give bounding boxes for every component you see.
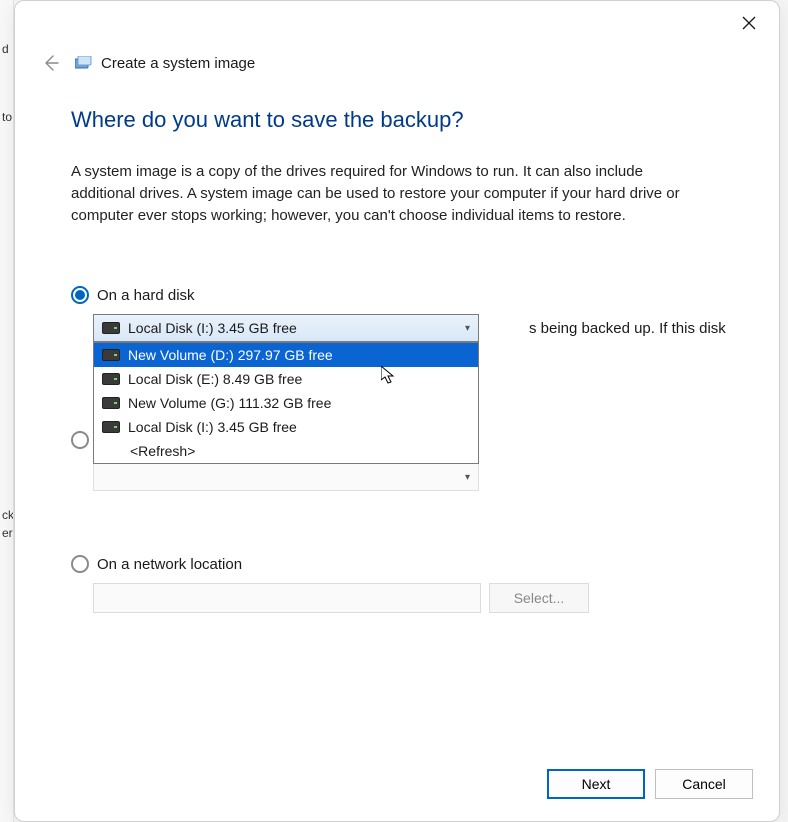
radio-hard-disk[interactable] [71, 286, 89, 304]
disk-dropdown-selected: Local Disk (I:) 3.45 GB free [128, 320, 297, 336]
disk-option-d[interactable]: New Volume (D:) 297.97 GB free [94, 343, 478, 367]
disk-option-g[interactable]: New Volume (G:) 111.32 GB free [94, 391, 478, 415]
arrow-left-icon [42, 54, 60, 72]
system-image-icon [75, 56, 93, 70]
disk-dropdown[interactable]: Local Disk (I:) 3.45 GB free ▾ [93, 314, 479, 342]
wizard-title: Create a system image [75, 55, 255, 72]
option-network-label: On a network location [97, 556, 242, 573]
drive-icon [102, 322, 120, 334]
select-network-button[interactable]: Select... [489, 583, 589, 613]
close-button[interactable] [727, 5, 771, 41]
drive-icon [102, 373, 120, 385]
footer-buttons: Next Cancel [15, 753, 779, 821]
network-section: On a network location Select... [71, 555, 711, 613]
option-hard-disk-label: On a hard disk [97, 287, 195, 304]
background-text-fragment: s being backed up. If this disk [529, 320, 726, 337]
page-description: A system image is a copy of the drives r… [71, 161, 711, 226]
disk-option-i[interactable]: Local Disk (I:) 3.45 GB free [94, 415, 478, 439]
chevron-down-icon: ▾ [465, 323, 470, 334]
option-hidden-row [71, 431, 89, 449]
background-panel-fragment: d to ck er [0, 0, 14, 822]
content-area: Where do you want to save the backup? A … [15, 75, 779, 753]
drive-icon [102, 397, 120, 409]
option-hard-disk[interactable]: On a hard disk [71, 286, 723, 304]
header-row: Create a system image [15, 45, 779, 75]
wizard-title-text: Create a system image [101, 55, 255, 72]
disk-option-refresh[interactable]: <Refresh> [94, 439, 478, 463]
network-path-input[interactable] [93, 583, 481, 613]
radio-dvd[interactable] [71, 431, 89, 449]
disk-dropdown-list: New Volume (D:) 297.97 GB free Local Dis… [93, 342, 479, 464]
drive-icon [102, 421, 120, 433]
destination-options: On a hard disk Local Disk (I:) 3.45 GB f… [71, 286, 723, 342]
dialog-window: Create a system image Where do you want … [14, 0, 780, 822]
disk-combo-wrapper: Local Disk (I:) 3.45 GB free ▾ s being b… [93, 314, 479, 342]
drive-icon [102, 349, 120, 361]
cancel-button[interactable]: Cancel [655, 769, 753, 799]
close-icon [742, 16, 756, 30]
next-button[interactable]: Next [547, 769, 645, 799]
disk-option-e[interactable]: Local Disk (E:) 8.49 GB free [94, 367, 478, 391]
chevron-down-icon: ▾ [465, 472, 470, 483]
titlebar [15, 1, 779, 45]
dvd-dropdown-disabled: ▾ [93, 463, 479, 491]
radio-network[interactable] [71, 555, 89, 573]
option-network[interactable]: On a network location [71, 555, 711, 573]
back-button[interactable] [39, 51, 63, 75]
page-heading: Where do you want to save the backup? [71, 107, 723, 133]
